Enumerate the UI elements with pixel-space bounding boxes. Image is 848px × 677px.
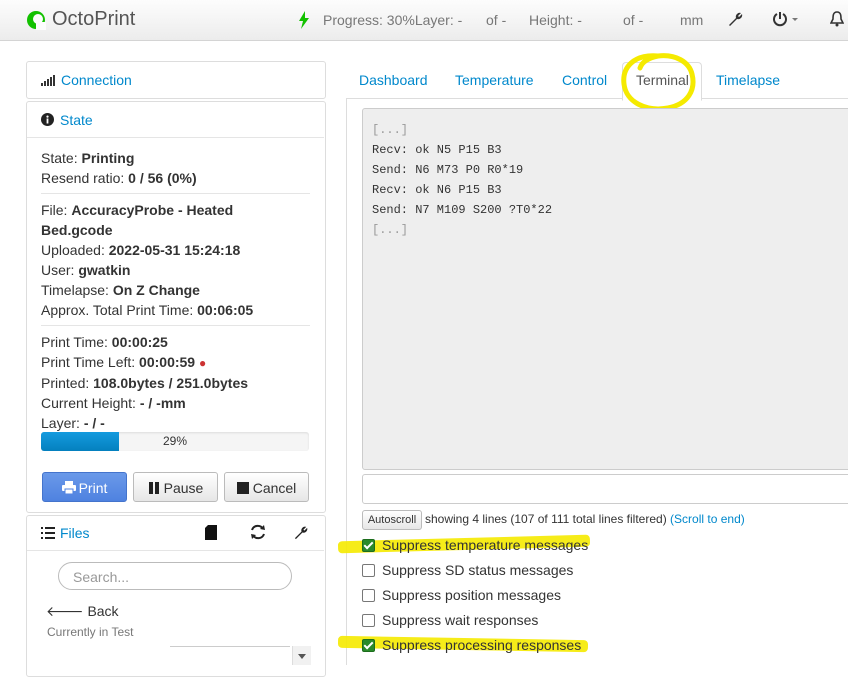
state-header[interactable]: State [27,102,325,138]
print-button[interactable]: Print [42,472,127,502]
brand[interactable]: OctoPrint [26,8,135,31]
file-row: File: AccuracyProbe - Heated [41,202,234,218]
approx-time-row: Approx. Total Print Time: 00:06:05 [41,302,254,318]
list-icon [41,527,55,539]
terminal-line: [...] [372,223,409,237]
back-link[interactable]: 🡐 Back [46,603,119,620]
bell-icon[interactable] [830,11,844,28]
connection-title: Connection [61,72,132,88]
filter-sd-status-checkbox[interactable] [362,564,375,577]
user-row: User: gwatkin [41,262,131,278]
nav-layer-of: of - [486,12,507,28]
terminal-line: Recv: ok N6 P15 B3 [372,183,502,197]
print-time-row: Print Time: 00:00:25 [41,334,168,350]
print-progress-bar: 29% [41,432,309,451]
navbar: OctoPrint Progress: 30%Layer: - of - Hei… [0,0,848,41]
terminal-line: [...] [372,123,409,137]
terminal-highlight-circle [621,53,696,112]
scroll-down-icon [298,654,306,659]
cancel-label: Cancel [252,480,297,496]
files-header-divider [27,550,324,551]
tab-temperature[interactable]: Temperature [455,72,534,88]
resend-row: Resend ratio: 0 / 56 (0%) [41,170,197,186]
autoscroll-button[interactable]: Autoscroll [362,510,422,530]
terminal-line: Recv: ok N5 P15 B3 [372,143,502,157]
nav-height-unit: mm [680,12,704,28]
layer-row: Layer: - / - [41,415,105,431]
state-info-block: State: Printing Resend ratio: 0 / 56 (0%… [41,148,197,188]
tab-timelapse[interactable]: Timelapse [716,72,780,88]
filter-info-text: showing 4 lines (107 of 111 total lines … [425,512,667,526]
file-info-block: File: AccuracyProbe - Heated Bed.gcode U… [41,200,253,320]
cancel-button[interactable]: Cancel [224,472,309,502]
files-scrollbar[interactable] [292,646,311,665]
state-title: State [60,112,93,128]
search-placeholder: Search... [73,569,130,585]
brand-name: OctoPrint [52,8,136,30]
pause-label: Pause [163,480,204,496]
filter-temperature-checkbox[interactable] [362,539,375,552]
tab-dashboard[interactable]: Dashboard [359,72,428,88]
pause-button[interactable]: Pause [133,472,218,502]
lightning-icon [299,11,309,29]
files-title: Files [60,525,90,541]
nav-progress-text: Progress: 30% [323,12,415,28]
nav-height: Height: - [529,12,582,28]
filter-sd-status-label: Suppress SD status messages [382,562,574,578]
file-row-cont: Bed.gcode [41,222,113,238]
divider [41,193,310,194]
filter-wait-checkbox[interactable] [362,614,375,627]
power-icon[interactable] [772,11,802,28]
height-row: Current Height: - / -mm [41,395,186,411]
divider [41,325,310,326]
pause-icon [148,482,159,494]
filter-info: showing 4 lines (107 of 111 total lines … [425,512,745,526]
filter-position-label: Suppress position messages [382,587,561,603]
scroll-to-end-link[interactable]: (Scroll to end) [670,512,745,526]
terminal-output[interactable]: [...] Recv: ok N5 P15 B3 Send: N6 M73 P0… [362,108,848,470]
filter-processing-label: Suppress processing responses [382,637,582,653]
filter-temperature-label: Suppress temperature messages [382,537,589,553]
estimate-dot-icon: ● [198,356,207,370]
print-progress-text: 29% [162,434,188,448]
nav-layer-text: Layer: - [414,12,463,28]
filter-processing-checkbox[interactable] [362,639,375,652]
files-wrench-icon[interactable] [294,525,309,540]
info-icon [41,113,54,126]
file-row-toolbar [170,646,290,657]
uploaded-row: Uploaded: 2022-05-31 15:24:18 [41,242,241,258]
terminal-line: Send: N6 M73 P0 R0*19 [372,163,524,177]
files-header[interactable]: Files [27,516,325,550]
tab-control[interactable]: Control [562,72,607,88]
filter-position-checkbox[interactable] [362,589,375,602]
print-label: Print [78,480,108,496]
connection-panel: Connection [26,61,326,99]
arrow-left-icon: 🡐 [46,603,84,619]
print-info-block: Print Time: 00:00:25 Print Time Left: 00… [41,332,248,433]
terminal-line: Send: N7 M109 S200 ?T0*22 [372,203,553,217]
files-search-input[interactable]: Search... [58,562,292,590]
filter-wait-label: Suppress wait responses [382,612,539,628]
refresh-icon[interactable] [250,524,266,540]
content-border [346,98,347,665]
connection-header[interactable]: Connection [27,62,325,98]
terminal-command-input[interactable] [362,474,848,504]
printed-row: Printed: 108.0bytes / 251.0bytes [41,375,249,391]
timelapse-row: Timelapse: On Z Change [41,282,200,298]
state-header-divider [27,137,324,138]
signal-icon [41,75,55,86]
nav-progress: Progress: 30%Layer: - [323,12,462,28]
octoprint-logo-icon [27,10,46,30]
wrench-icon[interactable] [728,11,744,27]
time-left-row: Print Time Left: 00:00:59 ● [41,354,207,370]
state-row: State: Printing [41,150,135,166]
printer-icon [61,481,76,495]
back-label: Back [87,603,119,619]
sd-card-icon[interactable] [205,525,217,540]
stop-icon [236,482,249,494]
nav-height-of: of - [623,12,644,28]
current-folder: Currently in Test [47,625,134,639]
